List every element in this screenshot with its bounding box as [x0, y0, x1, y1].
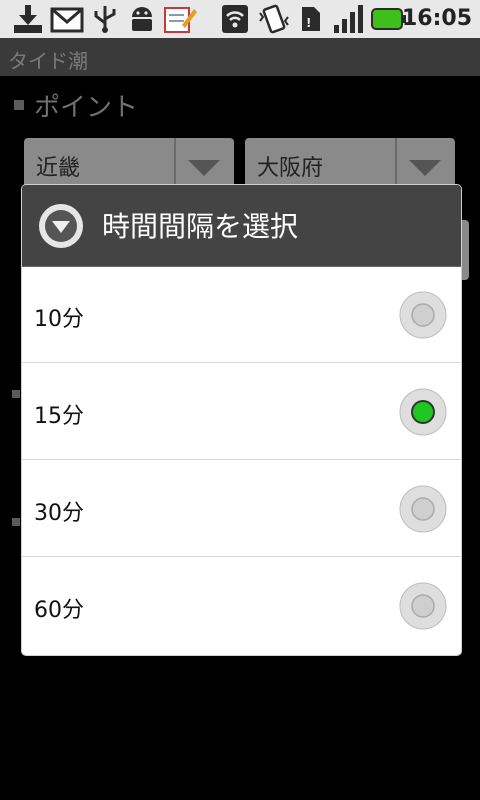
option-30min[interactable]: 30分 [22, 461, 461, 557]
option-10min[interactable]: 10分 [22, 267, 461, 363]
section-header-point: ポイント [14, 88, 139, 123]
divider [22, 362, 461, 363]
option-label: 60分 [34, 598, 84, 623]
section-bullet-icon [12, 390, 20, 398]
app-title: タイド潮 [8, 49, 88, 73]
svg-text:!: ! [306, 16, 311, 30]
radio-button[interactable] [399, 485, 447, 533]
dropdown-arrow-icon [188, 160, 220, 176]
prefecture-spinner-value: 大阪府 [257, 156, 324, 181]
note-icon [164, 7, 197, 33]
dialog-header: 時間間隔を選択 [22, 185, 461, 267]
option-label: 15分 [34, 404, 84, 429]
gmail-icon [50, 7, 84, 33]
option-list: 10分 15分 30分 60分 [22, 267, 461, 655]
dialog-title: 時間間隔を選択 [102, 210, 299, 243]
vibrate-icon [259, 4, 289, 34]
option-label: 10分 [34, 307, 84, 332]
section-bullet-icon [14, 100, 24, 110]
dropdown-circle-icon [39, 204, 83, 248]
usb-icon [94, 6, 116, 33]
dropdown-arrow-icon [409, 160, 441, 176]
title-bar: タイド潮 [0, 38, 480, 76]
option-60min[interactable]: 60分 [22, 558, 461, 654]
option-label: 30分 [34, 501, 84, 526]
radio-button[interactable] [399, 291, 447, 339]
interval-dialog: 時間間隔を選択 10分 15分 30分 60分 [21, 184, 462, 656]
section-bullet-icon [12, 518, 20, 526]
android-debug-icon [132, 7, 152, 31]
section-title: ポイント [34, 92, 139, 123]
status-bar: ! 16:05 [0, 0, 480, 38]
option-15min[interactable]: 15分 [22, 364, 461, 460]
region-spinner-value: 近畿 [36, 156, 81, 181]
signal-icon [334, 5, 363, 33]
radio-button[interactable] [399, 582, 447, 630]
download-icon [14, 5, 42, 33]
clock: 16:05 [401, 6, 472, 31]
divider [22, 459, 461, 460]
sim-icon: ! [302, 7, 320, 31]
divider [22, 556, 461, 557]
wifi-icon [222, 5, 248, 33]
radio-button-selected[interactable] [399, 388, 447, 436]
